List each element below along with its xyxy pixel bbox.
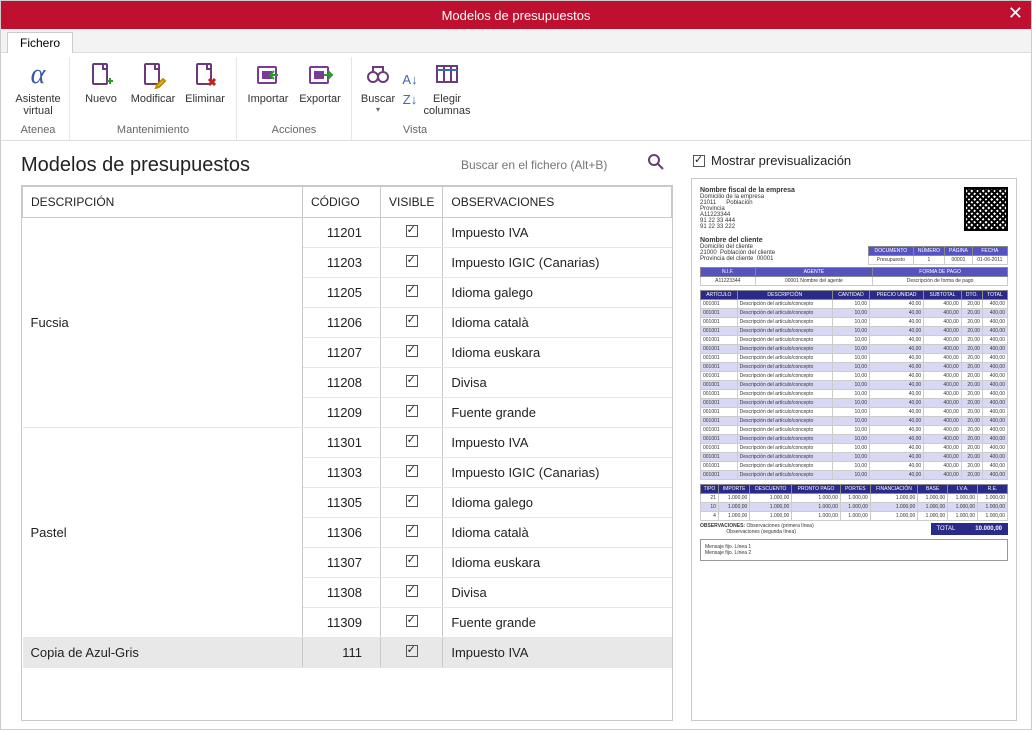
window-title: Modelos de presupuestos xyxy=(442,8,591,23)
checkbox-icon[interactable] xyxy=(406,285,418,297)
tabstrip: Fichero xyxy=(1,29,1031,53)
lines-table: ARTÍCULODESCRIPCIÓNCANTIDADPRECIO UNIDAD… xyxy=(700,290,1008,480)
checkbox-icon[interactable] xyxy=(406,465,418,477)
close-icon[interactable]: ✕ xyxy=(1008,3,1023,24)
search-box[interactable] xyxy=(461,153,665,177)
binoculars-icon xyxy=(362,59,394,91)
sort-asc-icon: A↓ xyxy=(402,72,418,88)
checkbox-icon[interactable] xyxy=(406,435,418,447)
checkbox-icon[interactable] xyxy=(406,645,418,657)
assistant-button[interactable]: α Asistente virtual xyxy=(13,57,63,122)
checkbox-icon[interactable] xyxy=(406,225,418,237)
checkbox-icon[interactable] xyxy=(406,375,418,387)
export-icon xyxy=(304,59,336,91)
new-button[interactable]: Nuevo xyxy=(76,57,126,122)
preview-panel: Nombre fiscal de la empresa Domicilio de… xyxy=(691,178,1017,721)
table-row[interactable]: Fucsia11201Impuesto IVA xyxy=(23,218,672,248)
new-icon xyxy=(85,59,117,91)
footer-box: Mensaje fijo. Línea 1 Mensaje fijo. Líne… xyxy=(700,539,1008,561)
ribbon-group-vista: Buscar ▾ A↓ Z↓ Elegir columnas Vista xyxy=(352,57,478,140)
ribbon-group-label: Vista xyxy=(403,122,427,140)
table-row[interactable]: Copia de Azul-Gris111Impuesto IVA xyxy=(23,638,672,668)
page-title: Modelos de presupuestos xyxy=(21,154,250,177)
checkbox-icon[interactable] xyxy=(406,555,418,567)
table-row[interactable]: Pastel11301Impuesto IVA xyxy=(23,428,672,458)
chevron-down-icon: ▾ xyxy=(376,105,380,114)
delete-button[interactable]: Eliminar xyxy=(180,57,230,122)
ribbon-group-atenea: α Asistente virtual Atenea xyxy=(7,57,70,140)
preview-toggle[interactable]: Mostrar previsualización xyxy=(693,153,1017,168)
checkbox-icon[interactable] xyxy=(406,525,418,537)
sort-desc-button[interactable]: Z↓ xyxy=(400,91,420,109)
assistant-icon: α xyxy=(22,59,54,91)
ribbon: α Asistente virtual Atenea Nuevo Modific… xyxy=(1,53,1031,141)
columns-icon xyxy=(431,59,463,91)
checkbox-icon[interactable] xyxy=(406,495,418,507)
total-box: TOTAL 10.000,00 xyxy=(931,523,1009,535)
import-icon xyxy=(252,59,284,91)
sort-asc-button[interactable]: A↓ xyxy=(400,71,420,89)
group-cell: Copia de Azul-Gris xyxy=(23,638,303,668)
checkbox-icon[interactable] xyxy=(406,615,418,627)
col-desc[interactable]: DESCRIPCIÓN xyxy=(23,187,303,218)
agent-table: N.I.F.AGENTEFORMA DE PAGOA1122334400001 … xyxy=(700,267,1008,286)
export-button[interactable]: Exportar xyxy=(295,57,345,122)
checkbox-icon[interactable] xyxy=(406,315,418,327)
col-code[interactable]: CÓDIGO xyxy=(303,187,381,218)
group-cell: Pastel xyxy=(23,428,303,638)
totals-table: TIPOIMPORTEDESCUENTOPRONTO PAGOPORTESFIN… xyxy=(700,484,1008,521)
qr-code-icon xyxy=(964,187,1008,231)
ribbon-group-label: Atenea xyxy=(21,122,56,140)
columns-button[interactable]: Elegir columnas xyxy=(422,57,472,122)
ribbon-group-label: Mantenimiento xyxy=(117,122,189,140)
data-grid[interactable]: DESCRIPCIÓN CÓDIGO VISIBLE OBSERVACIONES… xyxy=(21,185,673,721)
company-name: Nombre fiscal de la empresa xyxy=(700,187,956,194)
checkbox-icon[interactable] xyxy=(406,585,418,597)
client-name: Nombre del cliente xyxy=(700,237,1008,244)
import-button[interactable]: Importar xyxy=(243,57,293,122)
ribbon-group-acciones: Importar Exportar Acciones xyxy=(237,57,352,140)
checkbox-icon[interactable] xyxy=(693,155,705,167)
checkbox-icon[interactable] xyxy=(406,345,418,357)
checkbox-icon[interactable] xyxy=(406,405,418,417)
titlebar: Modelos de presupuestos ✕ xyxy=(1,1,1031,29)
checkbox-icon[interactable] xyxy=(406,255,418,267)
sort-buttons: A↓ Z↓ xyxy=(400,57,420,122)
search-input[interactable] xyxy=(461,158,641,172)
search-icon[interactable] xyxy=(647,153,665,176)
search-button[interactable]: Buscar ▾ xyxy=(358,57,398,122)
ribbon-group-mantenimiento: Nuevo Modificar Eliminar Mantenimiento xyxy=(70,57,237,140)
preview-toggle-label: Mostrar previsualización xyxy=(711,153,851,168)
ribbon-group-label: Acciones xyxy=(272,122,317,140)
sort-desc-icon: Z↓ xyxy=(402,92,418,108)
group-cell: Fucsia xyxy=(23,218,303,428)
doc-meta-table: DOCUMENTONÚMEROPÁGINAFECHAPresupuesto100… xyxy=(868,246,1008,265)
edit-button[interactable]: Modificar xyxy=(128,57,178,122)
delete-icon xyxy=(189,59,221,91)
col-obs[interactable]: OBSERVACIONES xyxy=(443,187,672,218)
col-visible[interactable]: VISIBLE xyxy=(381,187,443,218)
tab-file[interactable]: Fichero xyxy=(7,32,73,53)
edit-icon xyxy=(137,59,169,91)
